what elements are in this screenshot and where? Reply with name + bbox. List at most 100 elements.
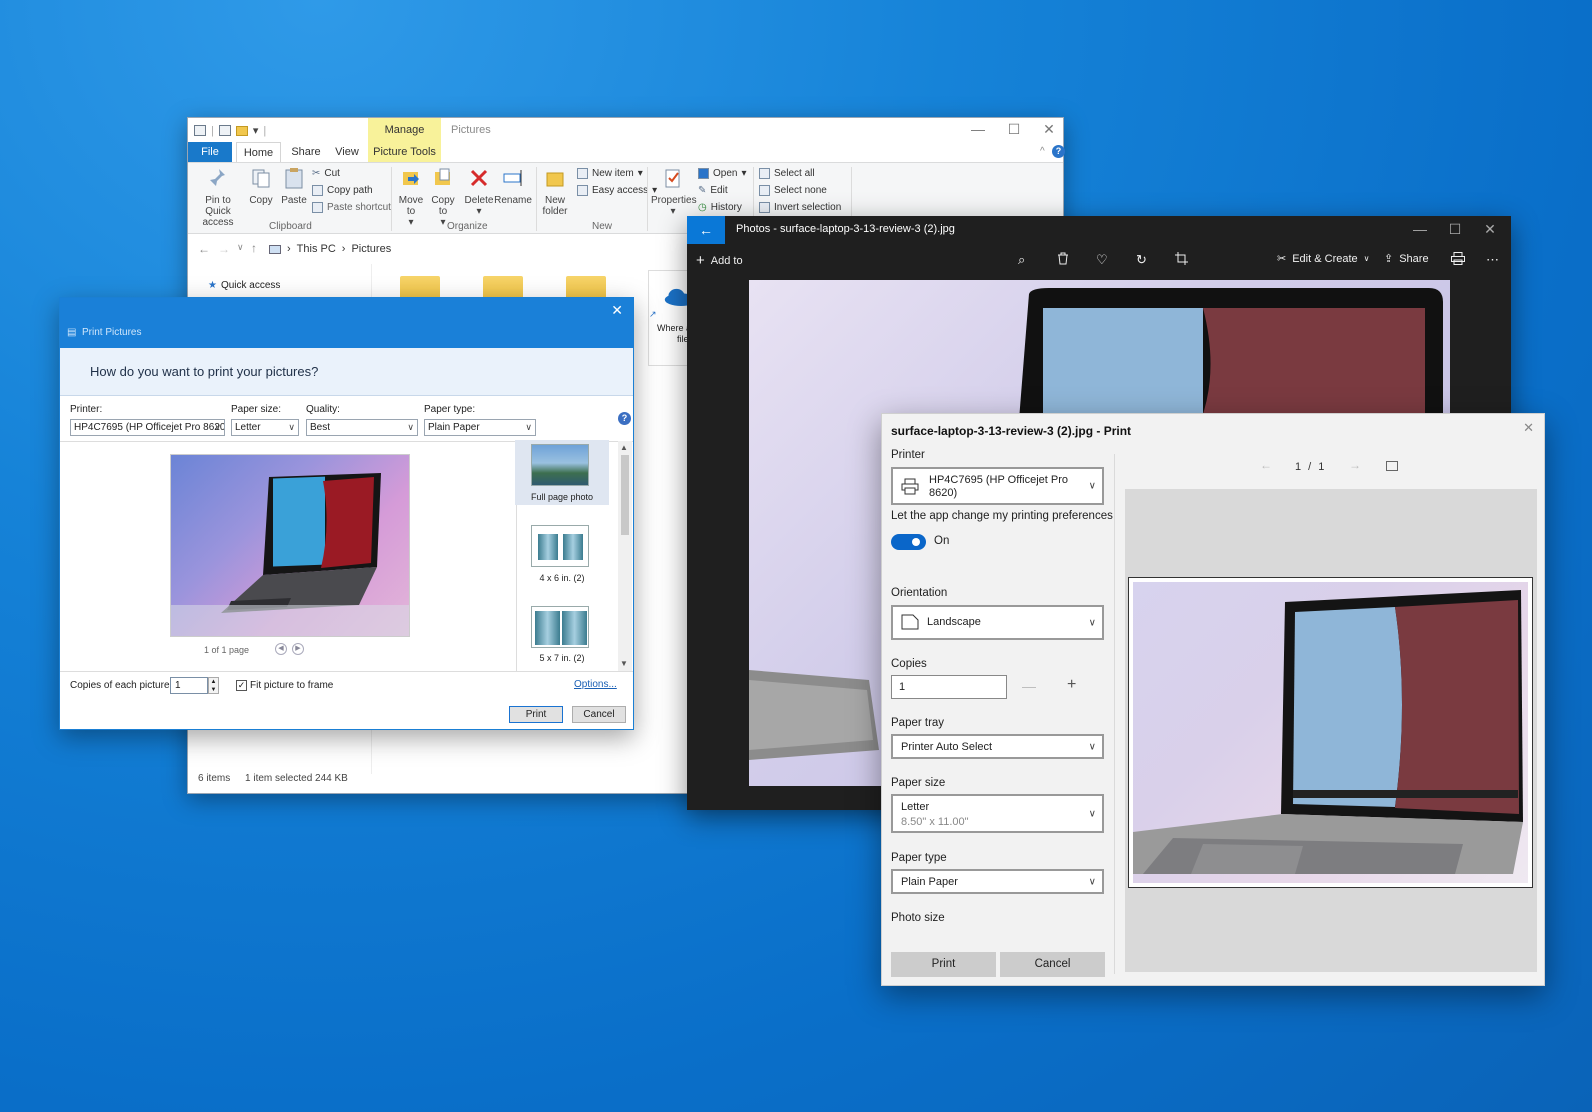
properties-button[interactable]: Properties ▾ [651,167,697,217]
layout-4x6-label[interactable]: 4 x 6 in. (2) [515,573,609,583]
select-all-button[interactable]: Select all [759,168,815,179]
up-arrow-icon[interactable]: ↑ [251,241,257,255]
tab-home[interactable]: Home [236,142,281,162]
printer-select[interactable]: HP4C7695 (HP Officejet Pro 8620) ∨ [70,419,225,436]
share-button[interactable]: ⇪ Share [1384,252,1429,266]
decrement-icon[interactable]: — [1022,678,1036,694]
copies-input[interactable]: 1 [170,677,208,694]
easy-access-button[interactable]: Easy access ▾ [577,185,657,196]
printer-select[interactable]: HP4C7695 (HP Officejet Pro 8620) ∨ [891,467,1104,505]
copy-to-button[interactable]: Copy to ▾ [428,167,458,228]
close-icon[interactable]: ✕ [611,302,623,319]
properties-check-icon[interactable] [218,125,231,136]
print-icon[interactable] [1451,252,1465,265]
edit-create-icon: ✂ [1277,253,1287,265]
fit-picture-checkbox[interactable]: ✓ [236,680,247,691]
copy-path-button[interactable]: Copy path [312,185,373,196]
layout-5x7-label[interactable]: 5 x 7 in. (2) [515,653,609,663]
next-page-icon[interactable]: ▶ [292,643,304,655]
print-pictures-dialog: ▤ Print Pictures ✕ How do you want to pr… [59,297,634,730]
layout-scrollbar[interactable]: ▲ ▼ [618,441,632,671]
tab-share[interactable]: Share [286,142,326,162]
new-folder-button[interactable]: New folder [540,167,570,217]
crop-icon[interactable] [1175,252,1188,265]
layout-thumb-4x6[interactable] [531,525,589,567]
tab-manage[interactable]: Manage [368,118,441,142]
recent-dropdown-icon[interactable]: ∨ [237,242,244,253]
forward-arrow-icon[interactable]: → [218,242,230,256]
previous-page-icon[interactable]: ← [1260,458,1272,472]
new-item-button[interactable]: New item ▾ [577,168,643,179]
scroll-thumb[interactable] [621,455,629,535]
back-arrow-icon[interactable]: ← [687,216,725,244]
paste-button[interactable]: Paste [277,167,311,206]
minimize-icon[interactable]: — [963,121,993,137]
next-page-icon[interactable]: → [1349,458,1361,472]
paper-type-select[interactable]: Plain Paper ∨ [891,869,1104,894]
qat-dropdown-icon[interactable]: ▾ [253,124,259,137]
edit-button[interactable]: ✎ Edit [698,185,728,196]
cancel-button[interactable]: Cancel [1000,952,1105,977]
tab-file[interactable]: File [188,142,232,162]
nav-item-quick-access[interactable]: ★ Quick access [208,280,280,291]
add-to-button[interactable]: + Add to [696,252,743,269]
paper-size-label: Paper size [891,777,946,789]
layout-thumb-full-page[interactable] [531,444,589,486]
help-icon[interactable]: ? [618,412,631,425]
help-icon[interactable]: ? [1052,145,1065,158]
chevron-down-icon: ∨ [525,422,532,432]
scroll-down-icon[interactable]: ▼ [620,659,628,668]
paper-tray-select[interactable]: Printer Auto Select ∨ [891,734,1104,759]
tab-picture-tools[interactable]: Picture Tools [368,142,441,162]
rename-button[interactable]: Rename [494,167,532,206]
maximize-icon[interactable]: ☐ [999,121,1029,138]
paste-shortcut-button[interactable]: Paste shortcut [312,202,391,213]
preferences-toggle[interactable] [891,534,926,550]
copies-spinner[interactable]: ▲ ▼ [208,677,219,694]
cancel-button[interactable]: Cancel [572,706,626,723]
history-button[interactable]: ◷ History [698,202,742,213]
options-link[interactable]: Options... [574,679,617,690]
delete-trash-icon[interactable] [1057,252,1069,265]
breadcrumb-pictures[interactable]: Pictures [351,243,391,255]
maximize-icon[interactable]: ☐ [1438,221,1472,238]
collapse-ribbon-icon[interactable]: ^ [1040,146,1045,157]
open-button[interactable]: Open ▾ [698,168,747,179]
delete-button[interactable]: Delete ▾ [464,167,494,217]
rotate-icon[interactable]: ↻ [1136,252,1147,268]
layout-thumb-5x7[interactable] [531,606,589,648]
back-arrow-icon[interactable]: ← [198,242,210,256]
breadcrumb-this-pc[interactable]: This PC [297,243,336,255]
invert-selection-button[interactable]: Invert selection [759,202,841,213]
copy-button[interactable]: Copy [244,167,278,206]
move-to-button[interactable]: Move to ▾ [396,167,426,228]
favorite-heart-icon[interactable]: ♡ [1096,252,1108,268]
status-bar: 6 items 1 item selected 244 KB [198,773,348,784]
new-folder-icon[interactable] [235,125,248,136]
increment-icon[interactable]: + [1067,676,1076,694]
paper-size-select[interactable]: Letter ∨ [231,419,299,436]
orientation-select[interactable]: Landscape ∨ [891,605,1104,640]
close-icon[interactable]: ✕ [1034,121,1064,138]
close-icon[interactable]: ✕ [1473,221,1507,238]
previous-page-icon[interactable]: ◀ [275,643,287,655]
minimize-icon[interactable]: — [1403,221,1437,237]
layout-full-page-label[interactable]: Full page photo [515,492,609,502]
scroll-up-icon[interactable]: ▲ [620,443,628,452]
breadcrumb[interactable]: › This PC › Pictures [269,240,689,258]
paper-type-select[interactable]: Plain Paper ∨ [424,419,536,436]
fit-page-icon[interactable] [1386,461,1398,471]
select-none-button[interactable]: Select none [759,185,827,196]
print-button[interactable]: Print [891,952,996,977]
copies-input[interactable]: 1 [891,675,1007,699]
tab-view[interactable]: View [328,142,366,162]
edit-create-button[interactable]: ✂ Edit & Create ∨ [1277,252,1370,266]
close-icon[interactable]: ✕ [1523,420,1534,436]
paper-size-select[interactable]: Letter 8.50" x 11.00" ∨ [891,794,1104,833]
more-options-icon[interactable]: ⋯ [1486,252,1499,268]
quality-select[interactable]: Best ∨ [306,419,418,436]
pin-quick-access-button[interactable]: Pin to Quick access [192,167,244,228]
zoom-icon[interactable]: ⌕ [1018,252,1025,268]
print-button[interactable]: Print [509,706,563,723]
cut-button[interactable]: ✂ Cut [312,168,340,179]
